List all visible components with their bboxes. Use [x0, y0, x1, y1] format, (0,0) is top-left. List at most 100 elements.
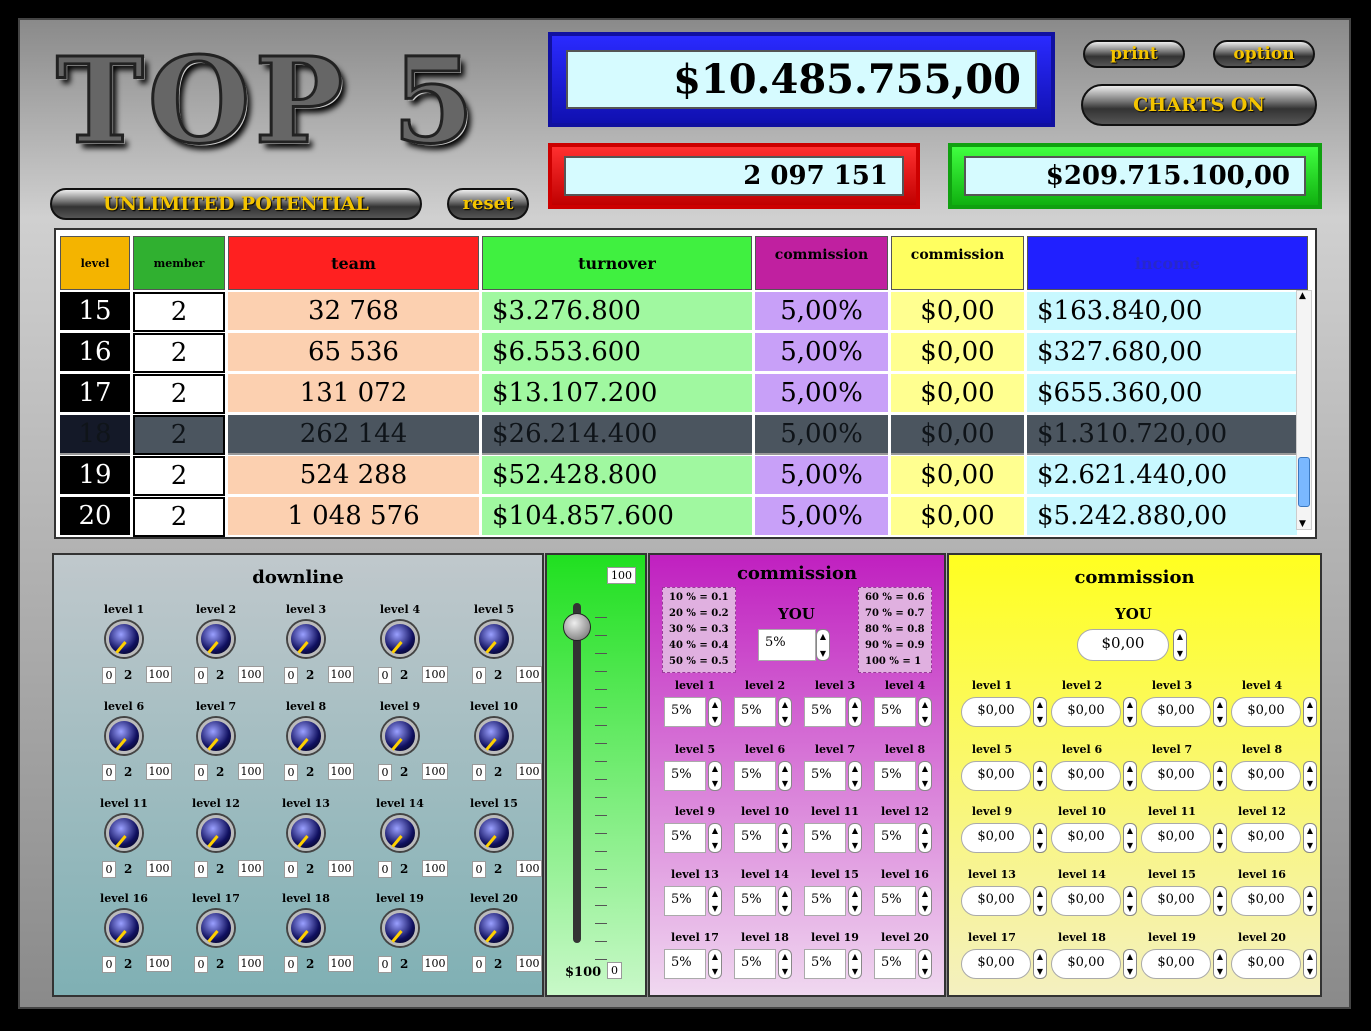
downline-knob-icon[interactable] — [288, 910, 324, 946]
commission-amt-spinner[interactable]: $0,00 ▲ ▼ — [961, 761, 1047, 791]
you-percent-value[interactable]: 5% — [758, 629, 816, 661]
commission-pct-value[interactable]: 5% — [804, 761, 846, 791]
commission-amt-value[interactable]: $0,00 — [961, 823, 1031, 853]
commission-pct-value[interactable]: 5% — [874, 761, 916, 791]
commission-amt-spinner[interactable]: $0,00 ▲ ▼ — [1141, 761, 1227, 791]
table-row[interactable]: 19 2 524 288 $52.428.800 5,00% $0,00 $2.621.44… — [60, 456, 1301, 496]
commission-pct-value[interactable]: 5% — [664, 949, 706, 979]
commission-pct-spinner[interactable]: 5% ▲ ▼ — [804, 761, 862, 791]
commission-pct-spinner[interactable]: 5% ▲ ▼ — [734, 697, 792, 727]
commission-pct-spinner[interactable]: 5% ▲ ▼ — [664, 949, 722, 979]
commission-pct-spinner[interactable]: 5% ▲ ▼ — [804, 697, 862, 727]
commission-amt-spinner[interactable]: $0,00 ▲ ▼ — [961, 886, 1047, 916]
downline-knob-icon[interactable] — [198, 910, 234, 946]
commission-amt-value[interactable]: $0,00 — [1231, 823, 1301, 853]
downline-knob-icon[interactable] — [476, 718, 512, 754]
you-amount-spinner[interactable]: $0,00 ▲ ▼ — [1077, 629, 1187, 661]
commission-amt-value[interactable]: $0,00 — [961, 949, 1031, 979]
commission-amt-spinner[interactable]: $0,00 ▲ ▼ — [1051, 697, 1137, 727]
commission-amt-value[interactable]: $0,00 — [1231, 886, 1301, 916]
scrollbar-thumb[interactable] — [1298, 457, 1310, 507]
commission-amt-spinner[interactable]: $0,00 ▲ ▼ — [1231, 886, 1317, 916]
commission-pct-spinner[interactable]: 5% ▲ ▼ — [874, 949, 932, 979]
commission-pct-spinner[interactable]: 5% ▲ ▼ — [874, 886, 932, 916]
commission-pct-value[interactable]: 5% — [804, 886, 846, 916]
commission-pct-spinner[interactable]: 5% ▲ ▼ — [734, 949, 792, 979]
slider-thumb[interactable] — [563, 613, 591, 641]
commission-amt-spinner[interactable]: $0,00 ▲ ▼ — [1231, 949, 1317, 979]
charts-toggle-button[interactable]: CHARTS ON — [1081, 84, 1317, 126]
downline-knob-icon[interactable] — [106, 621, 142, 657]
scroll-down-icon[interactable]: ▼ — [1299, 519, 1306, 529]
table-row[interactable]: 18 2 262 144 $26.214.400 5,00% $0,00 $1.310.72… — [60, 415, 1301, 455]
commission-pct-spinner[interactable]: 5% ▲ ▼ — [664, 886, 722, 916]
commission-pct-value[interactable]: 5% — [734, 697, 776, 727]
commission-pct-spinner[interactable]: 5% ▲ ▼ — [804, 823, 862, 853]
commission-amt-spinner[interactable]: $0,00 ▲ ▼ — [1141, 886, 1227, 916]
downline-knob-icon[interactable] — [198, 621, 234, 657]
commission-amt-spinner[interactable]: $0,00 ▲ ▼ — [1141, 823, 1227, 853]
commission-pct-value[interactable]: 5% — [874, 823, 916, 853]
commission-amt-spinner[interactable]: $0,00 ▲ ▼ — [1051, 761, 1137, 791]
you-amount-value[interactable]: $0,00 — [1077, 629, 1169, 661]
table-scrollbar[interactable]: ▲ ▼ — [1296, 290, 1312, 530]
commission-pct-spinner[interactable]: 5% ▲ ▼ — [664, 697, 722, 727]
downline-knob-icon[interactable] — [106, 910, 142, 946]
commission-amt-value[interactable]: $0,00 — [961, 761, 1031, 791]
commission-pct-spinner[interactable]: 5% ▲ ▼ — [664, 823, 722, 853]
commission-pct-value[interactable]: 5% — [874, 697, 916, 727]
commission-pct-value[interactable]: 5% — [664, 823, 706, 853]
commission-pct-value[interactable]: 5% — [664, 697, 706, 727]
commission-amt-spinner[interactable]: $0,00 ▲ ▼ — [1051, 886, 1137, 916]
table-row[interactable]: 15 2 32 768 $3.276.800 5,00% $0,00 $163.840,00 — [60, 292, 1301, 332]
commission-amt-spinner[interactable]: $0,00 ▲ ▼ — [1231, 823, 1317, 853]
commission-amt-value[interactable]: $0,00 — [1141, 761, 1211, 791]
commission-pct-value[interactable]: 5% — [874, 886, 916, 916]
commission-pct-value[interactable]: 5% — [664, 886, 706, 916]
option-button[interactable]: option — [1213, 40, 1315, 68]
commission-pct-spinner[interactable]: 5% ▲ ▼ — [874, 761, 932, 791]
downline-knob-icon[interactable] — [382, 718, 418, 754]
commission-pct-spinner[interactable]: 5% ▲ ▼ — [874, 823, 932, 853]
commission-amt-value[interactable]: $0,00 — [1141, 697, 1211, 727]
downline-knob-icon[interactable] — [476, 621, 512, 657]
downline-knob-icon[interactable] — [198, 815, 234, 851]
print-button[interactable]: print — [1083, 40, 1185, 68]
commission-pct-spinner[interactable]: 5% ▲ ▼ — [734, 823, 792, 853]
reset-button[interactable]: reset — [447, 188, 529, 220]
commission-amt-spinner[interactable]: $0,00 ▲ ▼ — [1051, 949, 1137, 979]
downline-knob-icon[interactable] — [476, 815, 512, 851]
downline-knob-icon[interactable] — [382, 910, 418, 946]
commission-amt-value[interactable]: $0,00 — [1231, 949, 1301, 979]
commission-amt-value[interactable]: $0,00 — [1051, 761, 1121, 791]
commission-amt-value[interactable]: $0,00 — [1141, 949, 1211, 979]
commission-amt-spinner[interactable]: $0,00 ▲ ▼ — [1051, 823, 1137, 853]
commission-amt-spinner[interactable]: $0,00 ▲ ▼ — [1231, 761, 1317, 791]
commission-pct-spinner[interactable]: 5% ▲ ▼ — [734, 761, 792, 791]
table-row[interactable]: 17 2 131 072 $13.107.200 5,00% $0,00 $655.360,… — [60, 374, 1301, 414]
commission-amt-spinner[interactable]: $0,00 ▲ ▼ — [961, 697, 1047, 727]
commission-amt-value[interactable]: $0,00 — [1141, 886, 1211, 916]
commission-pct-value[interactable]: 5% — [734, 886, 776, 916]
commission-amt-value[interactable]: $0,00 — [1141, 823, 1211, 853]
commission-pct-value[interactable]: 5% — [664, 761, 706, 791]
commission-amt-spinner[interactable]: $0,00 ▲ ▼ — [1141, 697, 1227, 727]
downline-knob-icon[interactable] — [288, 621, 324, 657]
commission-amt-value[interactable]: $0,00 — [1051, 697, 1121, 727]
commission-amt-spinner[interactable]: $0,00 ▲ ▼ — [961, 949, 1047, 979]
commission-amt-value[interactable]: $0,00 — [1051, 949, 1121, 979]
commission-amt-value[interactable]: $0,00 — [1051, 823, 1121, 853]
commission-pct-spinner[interactable]: 5% ▲ ▼ — [874, 697, 932, 727]
unlimited-potential-button[interactable]: UNLIMITED POTENTIAL — [50, 188, 422, 220]
commission-amt-value[interactable]: $0,00 — [1231, 697, 1301, 727]
commission-pct-spinner[interactable]: 5% ▲ ▼ — [734, 886, 792, 916]
commission-pct-value[interactable]: 5% — [874, 949, 916, 979]
commission-pct-value[interactable]: 5% — [734, 949, 776, 979]
commission-pct-spinner[interactable]: 5% ▲ ▼ — [804, 949, 862, 979]
downline-knob-icon[interactable] — [382, 621, 418, 657]
scroll-up-icon[interactable]: ▲ — [1299, 291, 1306, 301]
commission-pct-value[interactable]: 5% — [804, 697, 846, 727]
commission-amt-value[interactable]: $0,00 — [1051, 886, 1121, 916]
commission-pct-spinner[interactable]: 5% ▲ ▼ — [664, 761, 722, 791]
commission-pct-value[interactable]: 5% — [804, 949, 846, 979]
